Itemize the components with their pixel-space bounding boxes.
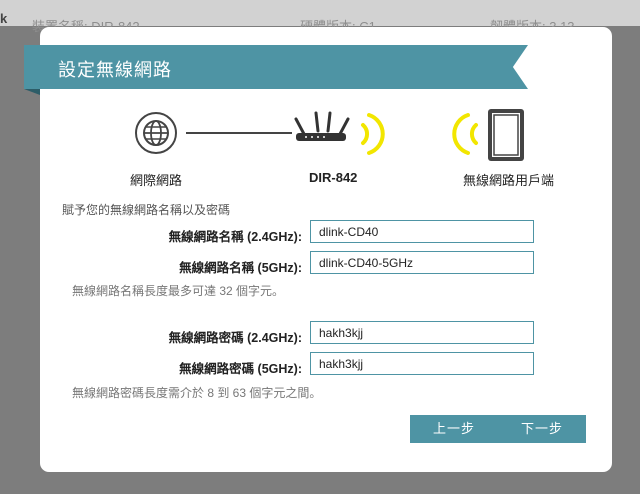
background-status-bar: k 裝置名稱: DIR-842 硬體版本: C1 韌體版本: 3.13 bbox=[0, 0, 640, 34]
dlink-logo-fragment: k bbox=[0, 11, 8, 26]
ssid-5ghz-input[interactable] bbox=[310, 251, 534, 274]
password-5ghz-input[interactable] bbox=[310, 352, 534, 375]
router-icon bbox=[294, 111, 350, 141]
back-button[interactable]: 上一步 bbox=[410, 415, 498, 443]
wireless-setup-dialog: 設定無線網路 網際網路 DIR-842 無線網路用戶端 賦予您的無線網路名稱以及… bbox=[24, 27, 612, 472]
ssid-length-hint: 無線網路名稱長度最多可達 32 個字元。 bbox=[72, 284, 285, 298]
tablet-icon bbox=[488, 109, 524, 161]
router-wifi-waves-icon bbox=[361, 113, 385, 155]
client-wifi-waves-icon bbox=[452, 113, 478, 155]
password-24ghz-input[interactable] bbox=[310, 321, 534, 344]
banner-fold bbox=[24, 89, 40, 95]
router-label: DIR-842 bbox=[309, 170, 358, 185]
ssid-24ghz-label: 無線網路名稱 (2.4GHz): bbox=[168, 230, 302, 244]
next-button[interactable]: 下一步 bbox=[498, 415, 586, 443]
internet-globe-icon bbox=[135, 112, 177, 154]
ssid-24ghz-input[interactable] bbox=[310, 220, 534, 243]
password-24ghz-label: 無線網路密碼 (2.4GHz): bbox=[168, 331, 302, 345]
client-label: 無線網路用戶端 bbox=[463, 173, 555, 188]
ssid-5ghz-label: 無線網路名稱 (5GHz): bbox=[179, 261, 302, 275]
form-intro-text: 賦予您的無線網路名稱以及密碼 bbox=[62, 203, 231, 217]
password-5ghz-label: 無線網路密碼 (5GHz): bbox=[179, 362, 302, 376]
internet-label: 網際網路 bbox=[130, 173, 183, 188]
password-length-hint: 無線網路密碼長度需介於 8 到 63 個字元之間。 bbox=[72, 386, 322, 400]
network-diagram: 網際網路 DIR-842 無線網路用戶端 bbox=[40, 27, 612, 197]
